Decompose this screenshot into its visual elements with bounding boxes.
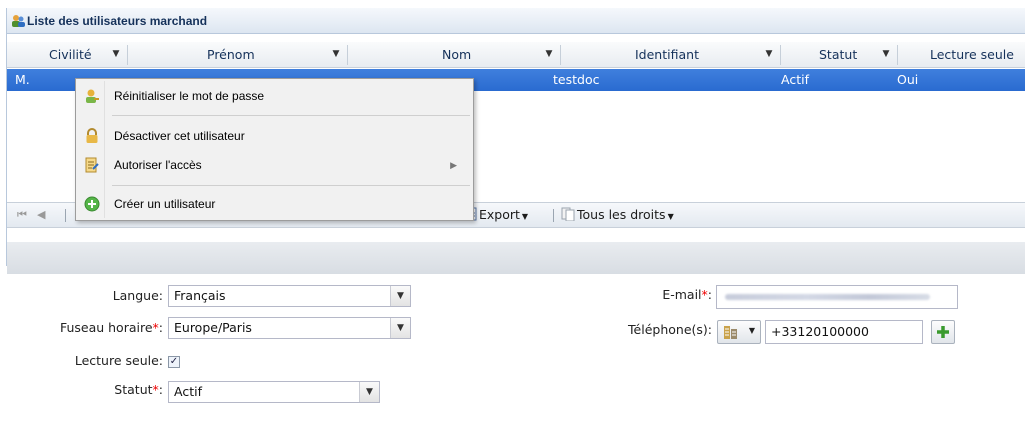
- plus-icon: [937, 326, 949, 338]
- grid-header: Civilité ▼ Prénom ▼ Nom ▼ Identifiant ▼ …: [7, 42, 1025, 68]
- users-icon: [12, 15, 25, 27]
- menu-item-authorize-access[interactable]: Autoriser l'accès ▶: [78, 153, 471, 177]
- column-divider: [560, 45, 561, 65]
- phone-type-button[interactable]: ▼: [717, 320, 761, 344]
- column-header-nom[interactable]: Nom: [442, 42, 471, 68]
- menu-item-label: Réinitialiser le mot de passe: [114, 89, 265, 103]
- required-asterisk: *: [701, 287, 708, 302]
- column-header-lecture-seule[interactable]: Lecture seule: [930, 42, 1014, 68]
- column-header-identifiant[interactable]: Identifiant: [635, 42, 699, 68]
- first-page-icon[interactable]: ⏮: [17, 208, 27, 222]
- fuseau-value: Europe/Paris: [174, 320, 252, 335]
- chevron-down-icon[interactable]: ▼: [359, 382, 379, 402]
- toolbar-divider: [65, 209, 66, 222]
- langue-label: Langue:: [112, 288, 163, 303]
- add-phone-button[interactable]: [931, 320, 955, 344]
- previous-page-icon[interactable]: ◀: [37, 208, 45, 221]
- column-divider: [897, 45, 898, 65]
- statut-select[interactable]: Actif ▼: [168, 381, 380, 403]
- chevron-down-icon[interactable]: ▼: [760, 42, 778, 68]
- panel-footer-strip: [7, 242, 1025, 274]
- menu-separator: [112, 185, 470, 186]
- chevron-down-icon[interactable]: ▼: [107, 42, 125, 68]
- cell-identifiant: testdoc: [553, 72, 600, 87]
- checkmark-icon: ✓: [169, 356, 179, 367]
- email-label-text: E-mail: [662, 287, 702, 302]
- access-icon: [85, 157, 99, 173]
- langue-select[interactable]: Français ▼: [168, 285, 411, 307]
- telephone-field[interactable]: +33120100000: [765, 320, 923, 344]
- toolbar-divider: [553, 209, 554, 222]
- cell-civilite: M.: [15, 72, 30, 87]
- export-button[interactable]: Export ▼: [465, 203, 528, 227]
- chevron-down-icon[interactable]: ▼: [877, 42, 895, 68]
- column-divider: [347, 45, 348, 65]
- column-header-prenom[interactable]: Prénom: [207, 42, 255, 68]
- lecture-seule-checkbox[interactable]: ✓: [168, 356, 180, 368]
- chevron-down-icon[interactable]: ▼: [390, 318, 410, 338]
- documents-icon: [561, 207, 575, 222]
- email-label: E-mail*:: [662, 287, 712, 302]
- lecture-seule-label: Lecture seule:: [74, 353, 163, 368]
- building-icon: [724, 326, 737, 339]
- menu-item-label: Autoriser l'accès: [114, 158, 202, 172]
- cell-statut: Actif: [781, 72, 809, 87]
- email-field[interactable]: [716, 285, 958, 309]
- cell-lecture-seule: Oui: [897, 72, 919, 87]
- panel-header: Liste des utilisateurs marchand: [7, 8, 1025, 34]
- langue-value: Français: [174, 288, 226, 303]
- menu-item-reset-password[interactable]: Réinitialiser le mot de passe: [78, 84, 471, 108]
- column-header-statut[interactable]: Statut: [819, 42, 857, 68]
- column-divider: [780, 45, 781, 65]
- key-user-icon: [86, 89, 99, 103]
- chevron-down-icon[interactable]: ▼: [540, 42, 558, 68]
- caret-down-icon: ▼: [521, 212, 529, 221]
- column-divider: [127, 45, 128, 65]
- statut-label: Statut*:: [114, 382, 163, 397]
- fuseau-label: Fuseau horaire*:: [59, 320, 163, 335]
- chevron-down-icon[interactable]: ▼: [390, 286, 410, 306]
- fuseau-select[interactable]: Europe/Paris ▼: [168, 317, 411, 339]
- menu-item-create-user[interactable]: Créer un utilisateur: [78, 192, 471, 216]
- export-label: Export: [479, 207, 520, 222]
- telephone-label: Téléphone(s):: [628, 322, 712, 337]
- chevron-down-icon[interactable]: ▼: [327, 42, 345, 68]
- caret-down-icon: ▼: [667, 212, 674, 221]
- submenu-arrow-icon: ▶: [450, 160, 457, 170]
- add-circle-icon: [84, 196, 100, 212]
- all-rights-label: Tous les droits: [577, 207, 666, 222]
- column-header-civilite[interactable]: Civilité: [49, 42, 92, 68]
- fuseau-label-text: Fuseau horaire: [59, 320, 153, 335]
- menu-item-label: Créer un utilisateur: [114, 197, 216, 211]
- statut-label-text: Statut: [114, 382, 153, 397]
- lock-icon: [86, 128, 98, 143]
- menu-item-deactivate-user[interactable]: Désactiver cet utilisateur: [78, 124, 471, 148]
- telephone-value: +33120100000: [771, 324, 869, 339]
- all-rights-button[interactable]: Tous les droits ▼: [561, 203, 674, 227]
- chevron-down-icon: ▼: [748, 326, 755, 335]
- panel-title: Liste des utilisateurs marchand: [27, 14, 208, 28]
- required-asterisk: *: [152, 382, 159, 397]
- required-asterisk: *: [152, 320, 159, 335]
- email-redacted-value: [725, 294, 930, 300]
- row-context-menu: Réinitialiser le mot de passe Désactiver…: [75, 78, 474, 221]
- statut-value: Actif: [174, 384, 202, 399]
- menu-separator: [112, 115, 470, 116]
- menu-item-label: Désactiver cet utilisateur: [114, 129, 245, 143]
